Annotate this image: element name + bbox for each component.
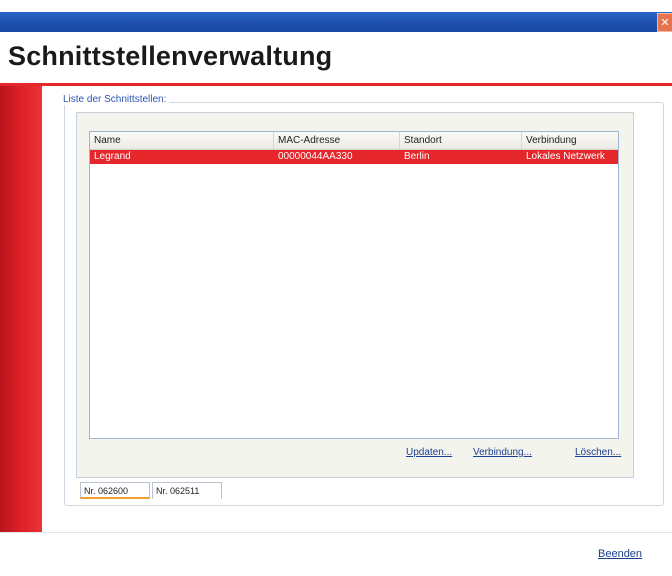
cell-name: Legrand: [94, 151, 131, 162]
connection-button[interactable]: Verbindung...: [473, 447, 532, 461]
side-accent-bar: [0, 86, 42, 532]
exit-button[interactable]: Beenden: [598, 548, 642, 560]
page-title: Schnittstellenverwaltung: [8, 41, 333, 71]
page-header: Schnittstellenverwaltung: [0, 32, 672, 84]
cell-mac: 00000044AA330: [278, 151, 353, 162]
interface-panel: Name MAC-Adresse Standort Verbindung Leg…: [76, 112, 634, 478]
delete-button[interactable]: Löschen...: [575, 447, 621, 461]
groupbox-legend: Liste der Schnittstellen:: [60, 94, 170, 105]
cell-location: Berlin: [404, 151, 430, 162]
table-row[interactable]: Legrand 00000044AA330 Berlin Lokales Net…: [90, 150, 618, 164]
column-header-name[interactable]: Name: [90, 132, 274, 149]
cell-connection: Lokales Netzwerk: [526, 151, 605, 162]
interface-list[interactable]: Name MAC-Adresse Standort Verbindung Leg…: [89, 131, 619, 439]
list-header: Name MAC-Adresse Standort Verbindung: [90, 132, 618, 150]
main-content: Liste der Schnittstellen: Name MAC-Adres…: [42, 86, 672, 532]
window-titlebar[interactable]: ✕: [0, 12, 672, 32]
column-header-connection[interactable]: Verbindung: [522, 132, 618, 149]
top-strip: [0, 0, 672, 12]
footer-divider: [0, 532, 672, 533]
column-header-location[interactable]: Standort: [400, 132, 522, 149]
close-icon[interactable]: ✕: [657, 13, 672, 32]
tab-062511[interactable]: Nr. 062511: [152, 482, 222, 499]
update-button[interactable]: Updaten...: [406, 447, 452, 461]
tab-062600[interactable]: Nr. 062600: [80, 482, 150, 499]
column-header-mac[interactable]: MAC-Adresse: [274, 132, 400, 149]
